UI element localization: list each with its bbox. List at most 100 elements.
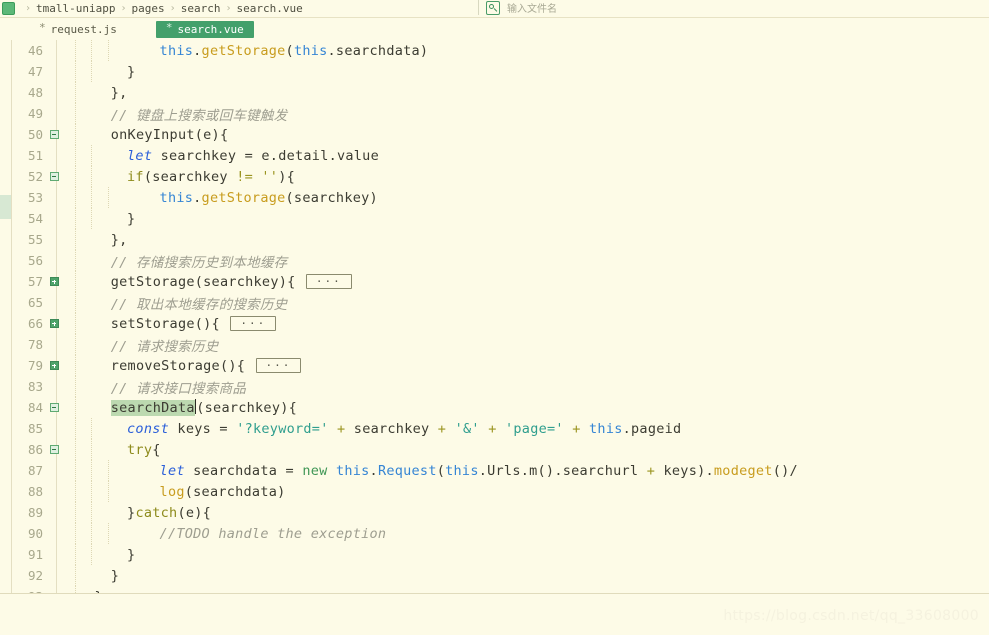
indent-guide xyxy=(107,481,110,502)
code-text[interactable]: // 请求接口搜索商品 xyxy=(62,377,246,397)
code-line[interactable]: 85 const keys = '?keyword=' + searchkey +… xyxy=(0,418,989,439)
code-line[interactable]: 90 //TODO handle the exception xyxy=(0,523,989,544)
code-text[interactable]: setStorage(){ ··· xyxy=(62,315,278,332)
fold-collapse-icon[interactable] xyxy=(49,172,59,181)
collapsed-block-placeholder[interactable]: ··· xyxy=(230,315,277,331)
code-line[interactable]: 79 removeStorage(){ ··· xyxy=(0,355,989,376)
fold-gutter[interactable] xyxy=(46,130,62,139)
code-token: onKeyInput xyxy=(110,126,195,143)
code-line[interactable]: 86 try{ xyxy=(0,439,989,460)
code-text[interactable]: if(searchkey != ''){ xyxy=(62,169,295,185)
code-text[interactable]: this.getStorage(this.searchdata) xyxy=(62,43,428,59)
indent-guide xyxy=(75,271,77,292)
indent-guide xyxy=(91,523,93,544)
code-line[interactable]: 48}, xyxy=(0,82,989,103)
tab-bar: * request.js * search.vue xyxy=(0,17,989,40)
dirty-indicator-icon: * xyxy=(165,20,173,34)
code-text[interactable]: } xyxy=(62,547,135,563)
tab-label: request.js xyxy=(50,22,117,36)
code-text[interactable]: log(searchdata) xyxy=(62,484,286,500)
code-text[interactable]: } xyxy=(62,64,135,80)
fold-gutter[interactable] xyxy=(46,277,62,286)
code-text[interactable]: } xyxy=(62,568,119,584)
code-line[interactable]: 84 searchData (searchkey){ xyxy=(0,397,989,418)
selected-token[interactable]: searchData xyxy=(110,399,195,416)
code-line[interactable]: 53 this.getStorage(searchkey) xyxy=(0,187,989,208)
code-token: this xyxy=(159,189,194,206)
code-text[interactable]: searchData (searchkey){ xyxy=(62,399,298,416)
code-text[interactable]: } xyxy=(62,211,135,227)
code-line[interactable]: 49 // 键盘上搜索或回车键触发 xyxy=(0,103,989,124)
tab-request-js[interactable]: * request.js xyxy=(29,21,127,38)
file-search-box[interactable]: 输入文件名 xyxy=(486,0,557,15)
fold-gutter[interactable] xyxy=(46,445,62,454)
indent-guide xyxy=(75,40,77,61)
breadcrumb-item-pages[interactable]: pages xyxy=(132,2,165,15)
collapsed-block-placeholder[interactable]: ··· xyxy=(255,357,302,373)
indent-guide xyxy=(75,586,77,593)
code-text[interactable]: //TODO handle the exception xyxy=(62,526,386,542)
breadcrumb-item-project[interactable]: tmall-uniapp xyxy=(36,2,115,15)
code-token: this xyxy=(159,42,194,59)
code-line[interactable]: 65 // 取出本地缓存的搜索历史 xyxy=(0,292,989,313)
code-editor[interactable]: 46 this.getStorage(this.searchdata) 47} 48}… xyxy=(0,40,989,593)
fold-collapse-icon[interactable] xyxy=(49,445,59,454)
indent-guide xyxy=(91,544,93,565)
code-text[interactable]: // 键盘上搜索或回车键触发 xyxy=(62,104,287,124)
tab-search-vue[interactable]: * search.vue xyxy=(155,20,254,38)
fold-gutter[interactable] xyxy=(46,361,62,370)
code-token: (searchkey){ xyxy=(196,399,298,416)
fold-gutter[interactable] xyxy=(46,319,62,328)
code-line[interactable]: 92} xyxy=(0,565,989,586)
code-text[interactable]: onKeyInput(e){ xyxy=(62,127,228,143)
code-line[interactable]: 87 let searchdata = new this.Request(this… xyxy=(0,460,989,481)
code-line[interactable]: 52 if(searchkey != ''){ xyxy=(0,166,989,187)
code-line[interactable]: 47} xyxy=(0,61,989,82)
collapsed-block-placeholder[interactable]: ··· xyxy=(305,273,352,289)
code-text[interactable]: // 取出本地缓存的搜索历史 xyxy=(62,293,287,313)
code-token: . xyxy=(193,189,202,206)
code-line[interactable]: 56 // 存储搜索历史到本地缓存 xyxy=(0,250,989,271)
search-input-placeholder[interactable]: 输入文件名 xyxy=(507,0,557,15)
breadcrumb-item-file[interactable]: search.vue xyxy=(236,2,302,15)
code-text[interactable]: // 存储搜索历史到本地缓存 xyxy=(62,251,287,271)
code-line[interactable]: 91} xyxy=(0,544,989,565)
code-line[interactable]: 46 this.getStorage(this.searchdata) xyxy=(0,40,989,61)
code-line[interactable]: 57 getStorage(searchkey){ ··· xyxy=(0,271,989,292)
code-text[interactable]: // 请求搜索历史 xyxy=(62,335,219,355)
project-folder-icon xyxy=(2,1,15,15)
search-icon[interactable] xyxy=(486,0,500,15)
code-token: getStorage xyxy=(201,189,286,206)
indent-guide xyxy=(91,418,93,439)
code-text[interactable]: const keys = '?keyword=' + searchkey + '… xyxy=(62,421,681,437)
breadcrumb-separator: › xyxy=(25,2,32,14)
code-text[interactable]: getStorage(searchkey){ ··· xyxy=(62,273,354,290)
code-text[interactable]: }, xyxy=(62,85,128,101)
code-line[interactable]: 93} xyxy=(0,586,989,593)
fold-expand-icon[interactable] xyxy=(49,319,59,328)
code-line[interactable]: 66 setStorage(){ ··· xyxy=(0,313,989,334)
fold-expand-icon[interactable] xyxy=(49,277,59,286)
code-text[interactable]: }, xyxy=(62,232,128,248)
code-text[interactable]: let searchdata = new this.Request(this.U… xyxy=(62,463,798,479)
code-line[interactable]: 54} xyxy=(0,208,989,229)
code-line[interactable]: 78 // 请求搜索历史 xyxy=(0,334,989,355)
fold-expand-icon[interactable] xyxy=(49,361,59,370)
code-text[interactable]: removeStorage(){ ··· xyxy=(62,357,303,374)
fold-collapse-icon[interactable] xyxy=(49,403,59,412)
toolbar-divider xyxy=(478,0,479,15)
code-text[interactable]: let searchkey = e.detail.value xyxy=(62,148,379,164)
fold-collapse-icon[interactable] xyxy=(49,130,59,139)
code-text[interactable]: }catch(e){ xyxy=(62,505,211,521)
code-line[interactable]: 51 let searchkey = e.detail.value xyxy=(0,145,989,166)
code-line[interactable]: 88 log(searchdata) xyxy=(0,481,989,502)
code-line[interactable]: 50 onKeyInput(e){ xyxy=(0,124,989,145)
code-line[interactable]: 83 // 请求接口搜索商品 xyxy=(0,376,989,397)
breadcrumb-item-search[interactable]: search xyxy=(181,2,221,15)
code-line[interactable]: 55}, xyxy=(0,229,989,250)
fold-gutter[interactable] xyxy=(46,403,62,412)
fold-gutter[interactable] xyxy=(46,172,62,181)
code-line[interactable]: 89}catch(e){ xyxy=(0,502,989,523)
code-lines[interactable]: 46 this.getStorage(this.searchdata) 47} 48}… xyxy=(0,40,989,593)
